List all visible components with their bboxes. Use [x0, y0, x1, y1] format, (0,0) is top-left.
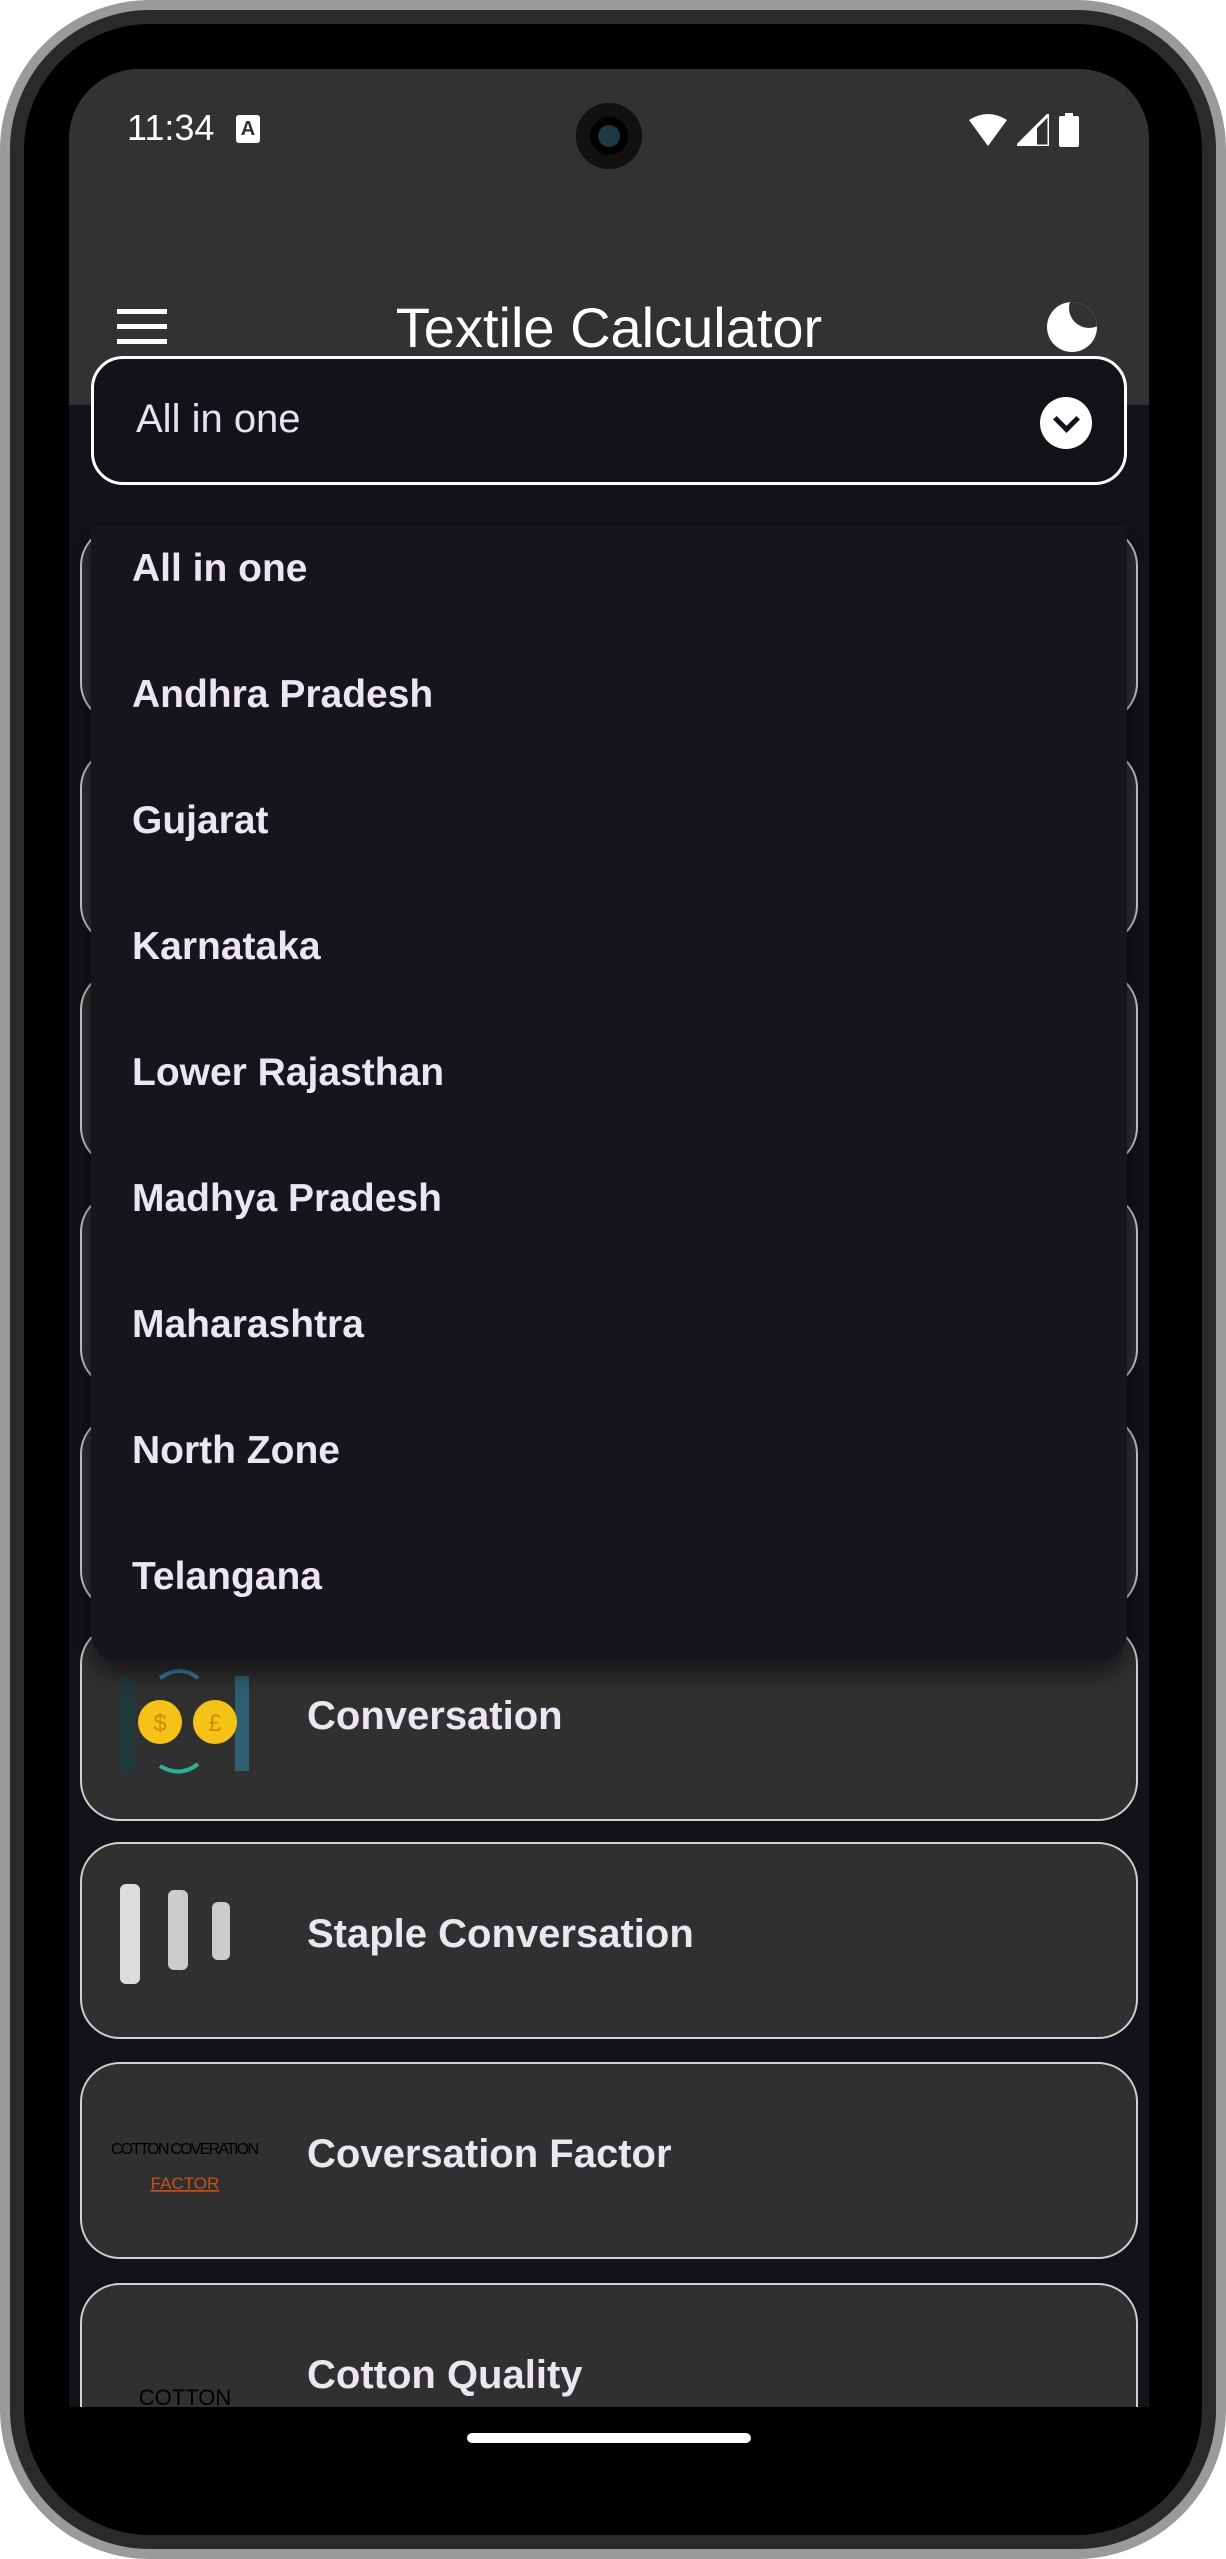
menu-item-maharashtra[interactable]: Maharashtra — [91, 1262, 1127, 1388]
notification-a-icon: A — [236, 115, 260, 143]
screen: 11:34 A Textile Calculator $ £ Conversat… — [69, 69, 1149, 2407]
menu-item-lower-rajasthan[interactable]: Lower Rajasthan — [91, 1010, 1127, 1136]
region-dropdown-menu: All in one Andhra Pradesh Gujarat Karnat… — [91, 526, 1127, 1662]
svg-text:COTTON: COTTON — [139, 2385, 231, 2407]
cotton-quality-logo: COTTON QUALITY — [139, 2385, 231, 2407]
cotton-staple-icon — [120, 1884, 230, 1984]
page-title: Textile Calculator — [395, 296, 823, 359]
menu-item-karnataka[interactable]: Karnataka — [91, 884, 1127, 1010]
svg-text:£: £ — [208, 1710, 221, 1737]
card-label: Coversation Factor — [307, 2132, 672, 2176]
wifi-icon — [969, 114, 1007, 146]
front-camera — [576, 103, 642, 169]
conversion-factor-logo: COTTON COVERATION FACTOR — [111, 2141, 259, 2193]
menu-item-north-zone[interactable]: North Zone — [91, 1388, 1127, 1514]
home-indicator[interactable] — [467, 2433, 751, 2443]
card-staple-conversation[interactable]: Staple Conversation — [80, 1842, 1138, 2039]
menu-item-madhya-pradesh[interactable]: Madhya Pradesh — [91, 1136, 1127, 1262]
select-value: All in one — [136, 397, 301, 441]
card-cotton-quality[interactable]: COTTON QUALITY Cotton Quality — [80, 2283, 1138, 2407]
menu-item-telangana[interactable]: Telangana — [91, 1514, 1127, 1640]
battery-icon — [1059, 113, 1079, 147]
svg-text:FACTOR: FACTOR — [151, 2174, 220, 2193]
menu-item-andhra-pradesh[interactable]: Andhra Pradesh — [91, 632, 1127, 758]
svg-text:$: $ — [153, 1710, 166, 1737]
svg-text:COTTON COVERATION: COTTON COVERATION — [111, 2141, 259, 2158]
currency-exchange-icon: $ £ — [120, 1669, 249, 1774]
card-conversation-factor[interactable]: COTTON COVERATION FACTOR Coversation Fac… — [80, 2062, 1138, 2259]
chevron-down-icon[interactable] — [1040, 397, 1092, 449]
menu-item-all-in-one[interactable]: All in one — [91, 506, 1127, 632]
status-bar: 11:34 A — [69, 69, 1149, 209]
region-select[interactable]: All in one — [91, 356, 1127, 485]
status-time: 11:34 — [127, 107, 215, 148]
moon-icon[interactable] — [1047, 302, 1097, 352]
signal-icon — [1017, 114, 1049, 146]
menu-item-gujarat[interactable]: Gujarat — [91, 758, 1127, 884]
card-label: Cotton Quality — [307, 2353, 583, 2397]
card-label: Staple Conversation — [307, 1912, 694, 1956]
card-label: Conversation — [307, 1694, 563, 1738]
